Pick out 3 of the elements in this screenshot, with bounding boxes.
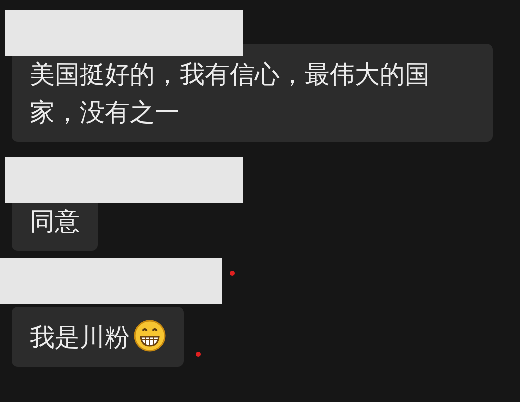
message-text: 同意 [30, 208, 80, 236]
message-text: 我是川粉 [30, 324, 130, 352]
message-text: 美国挺好的，我有信心，最伟大的国家，没有之一 [30, 61, 430, 127]
